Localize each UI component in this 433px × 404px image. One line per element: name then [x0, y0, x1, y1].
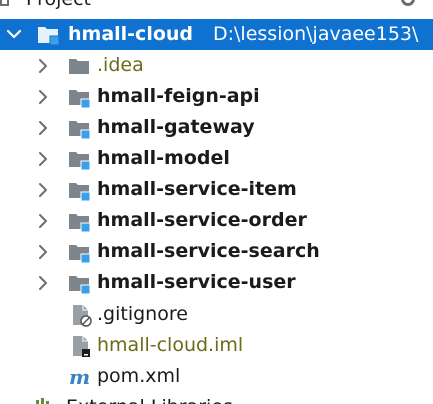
gear-icon[interactable]	[401, 0, 415, 6]
tree-item-gitignore[interactable]: .gitignore	[0, 299, 433, 330]
tree-item-hmall-service-user[interactable]: hmall-service-user	[0, 267, 433, 298]
libraries-icon	[36, 398, 56, 404]
chevron-right-icon[interactable]	[34, 267, 54, 298]
tree-item-label: hmall-gateway	[97, 116, 255, 138]
module-folder-icon	[67, 205, 93, 236]
chevron-right-icon[interactable]	[34, 143, 54, 174]
tree-item-hmall-service-item[interactable]: hmall-service-item	[0, 174, 433, 205]
tree-item-hmall-service-order[interactable]: hmall-service-order	[0, 205, 433, 236]
tree-item-hmall-feign-api[interactable]: hmall-feign-api	[0, 81, 433, 112]
tree-item-pom[interactable]: m pom.xml	[0, 361, 433, 392]
panel-title: Project	[26, 0, 91, 10]
tree-item-label: .gitignore	[97, 303, 188, 325]
tree-item-label: hmall-service-user	[97, 271, 296, 293]
module-folder-icon	[67, 267, 93, 298]
panel-header: Project	[0, 0, 433, 10]
module-folder-icon	[67, 81, 93, 112]
module-folder-icon	[67, 143, 93, 174]
iml-file-icon	[70, 330, 96, 361]
tree-item-hmall-service-search[interactable]: hmall-service-search	[0, 236, 433, 267]
chevron-right-icon[interactable]	[34, 81, 54, 112]
tree-item-hmall-model[interactable]: hmall-model	[0, 143, 433, 174]
tree-item-iml[interactable]: hmall-cloud.iml	[0, 330, 433, 361]
folder-icon	[67, 50, 93, 81]
module-folder-icon	[67, 236, 93, 267]
tree-item-label: .idea	[97, 54, 144, 76]
chevron-down-icon[interactable]	[4, 19, 24, 50]
module-folder-icon	[67, 174, 93, 205]
tree-item-label: hmall-service-order	[97, 209, 307, 231]
tree-item-label: pom.xml	[97, 365, 181, 387]
tree-root-row[interactable]: hmall-cloud D:\lession\javaee153\	[0, 19, 433, 50]
chevron-right-icon[interactable]	[34, 50, 54, 81]
tree-item-label: hmall-model	[97, 147, 230, 169]
gitignore-file-icon	[70, 299, 96, 330]
maven-icon: m	[68, 361, 94, 392]
chevron-right-icon[interactable]	[34, 112, 54, 143]
chevron-right-icon[interactable]	[34, 236, 54, 267]
tree-item-label: hmall-feign-api	[97, 85, 260, 107]
tree-item-label: External Libraries	[66, 396, 233, 404]
root-name: hmall-cloud	[68, 23, 194, 45]
module-folder-icon	[67, 112, 93, 143]
chevron-right-icon[interactable]	[34, 174, 54, 205]
root-path: D:\lession\javaee153\	[213, 23, 419, 45]
svg-text:m: m	[69, 365, 90, 389]
tree-item-hmall-gateway[interactable]: hmall-gateway	[0, 112, 433, 143]
module-folder-icon	[36, 19, 62, 50]
tree-item-label: hmall-service-search	[97, 240, 320, 262]
tree-item-label: hmall-service-item	[97, 178, 297, 200]
project-tool-icon	[0, 0, 9, 6]
tree-item-idea[interactable]: .idea	[0, 50, 433, 81]
chevron-right-icon[interactable]	[34, 205, 54, 236]
tree-item-label: hmall-cloud.iml	[97, 334, 244, 356]
tree-item-external-libraries[interactable]: External Libraries	[0, 396, 433, 404]
